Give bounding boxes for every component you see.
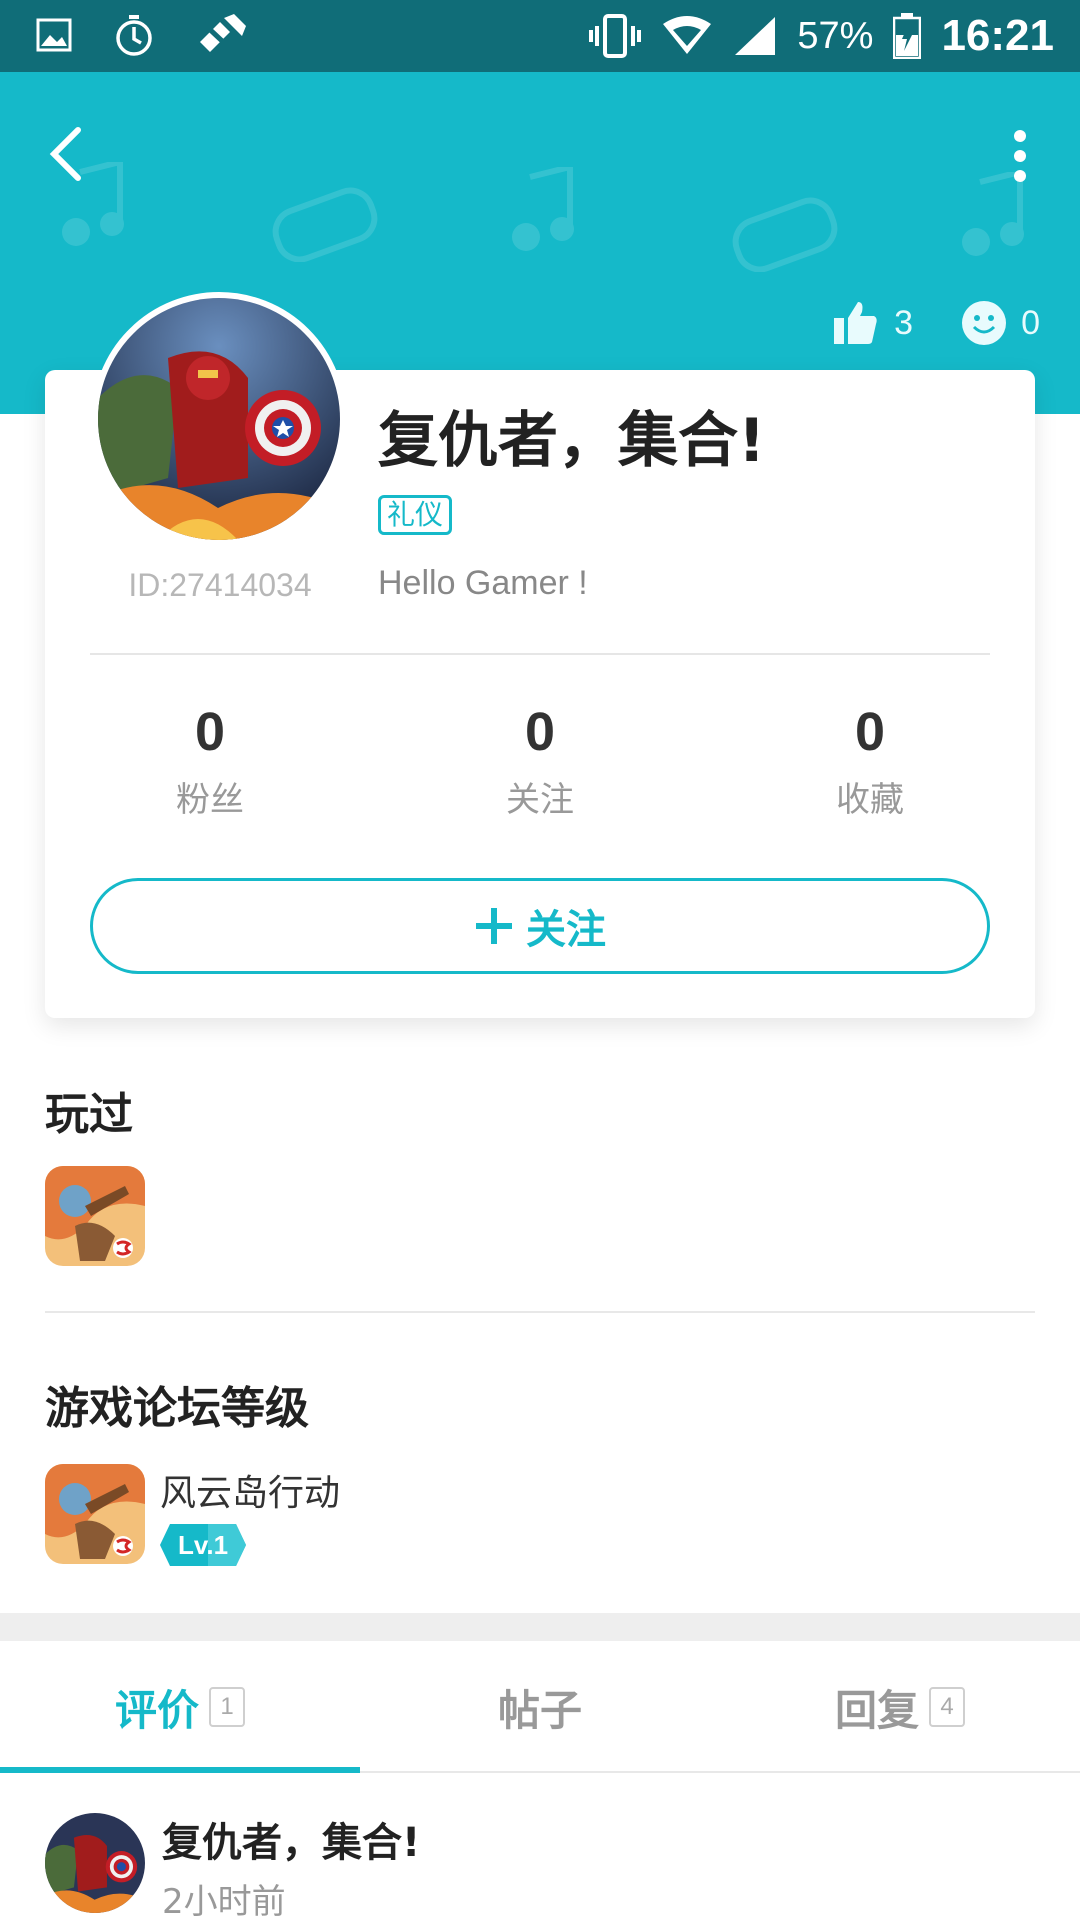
tab-reviews-label: 评价 <box>114 1685 199 1735</box>
image-icon <box>36 18 72 52</box>
forum-game-name[interactable]: 风云岛行动 <box>160 1464 340 1516</box>
stat-favorites[interactable]: 0 收藏 <box>770 700 970 821</box>
status-right: 57% 16:21 <box>589 0 1054 72</box>
gamepad-decoration <box>732 197 838 272</box>
played-section-title: 玩过 <box>45 1089 133 1140</box>
content-tabs: 评价 1 帖子 回复 4 <box>0 1641 1080 1773</box>
likes-count: 3 <box>894 303 914 342</box>
header-stats: 3 0 <box>832 300 1040 346</box>
clock: 16:21 <box>941 11 1054 60</box>
user-tag-badge[interactable]: 礼仪 <box>378 495 453 535</box>
gamepad-decoration <box>272 187 378 262</box>
avatar[interactable] <box>92 292 346 546</box>
back-arrow-icon[interactable] <box>44 124 92 184</box>
level-badge: Lv.1 <box>177 1530 229 1560</box>
played-game-icon[interactable] <box>45 1166 145 1266</box>
section-gap <box>0 1613 1080 1641</box>
smiley-icon[interactable] <box>961 300 1007 346</box>
stat-following[interactable]: 0 关注 <box>440 700 640 821</box>
music-note-decoration <box>512 167 574 251</box>
game-icon-image <box>45 1464 145 1564</box>
tab-posts[interactable]: 帖子 <box>360 1641 720 1773</box>
follow-button[interactable]: 关注 <box>90 878 990 974</box>
tab-replies-count: 4 <box>929 1687 965 1727</box>
tab-replies[interactable]: 回复 4 <box>720 1641 1080 1773</box>
tab-replies-label: 回复 <box>834 1685 919 1735</box>
stat-fans[interactable]: 0 粉丝 <box>110 700 310 821</box>
stat-favorites-label: 收藏 <box>836 780 904 820</box>
stat-fans-label: 粉丝 <box>176 780 244 820</box>
avatar-image <box>98 298 340 540</box>
follow-button-label: 关注 <box>526 907 606 953</box>
signal-icon <box>735 17 776 55</box>
tab-reviews[interactable]: 评价 1 <box>0 1641 360 1773</box>
more-options-icon[interactable] <box>1010 128 1030 184</box>
game-icon-image <box>45 1166 145 1266</box>
tab-posts-label: 帖子 <box>497 1685 582 1735</box>
music-note-decoration <box>962 172 1024 256</box>
avatar-image <box>45 1813 145 1913</box>
section-divider <box>45 1311 1035 1313</box>
review-author-avatar[interactable] <box>45 1813 145 1913</box>
thumbs-up-icon[interactable] <box>832 300 880 346</box>
review-timestamp: 2小时前 <box>162 1882 286 1920</box>
review-author-name[interactable]: 复仇者，集合! <box>162 1810 420 1868</box>
wifi-icon <box>663 16 712 54</box>
forum-game-icon[interactable] <box>45 1464 145 1564</box>
card-divider <box>90 653 990 655</box>
battery-percent: 57% <box>797 14 874 57</box>
status-bar: 57% 16:21 <box>0 0 1080 72</box>
vibrate-icon <box>589 14 642 58</box>
tools-icon <box>200 14 246 56</box>
stopwatch-icon <box>116 15 152 56</box>
user-id: ID:27414034 <box>128 567 312 603</box>
active-tab-indicator <box>0 1767 360 1773</box>
user-signature: Hello Gamer ! <box>378 564 588 602</box>
stat-fans-value: 0 <box>194 702 226 762</box>
user-name: 复仇者，集合! <box>378 406 766 476</box>
stat-favorites-value: 0 <box>854 702 886 762</box>
status-left-icons <box>36 12 248 58</box>
forum-level-section-title: 游戏论坛等级 <box>45 1383 309 1434</box>
stat-following-value: 0 <box>524 702 556 762</box>
stat-following-label: 关注 <box>506 780 574 820</box>
visitors-count: 0 <box>1021 303 1040 342</box>
tab-reviews-count: 1 <box>209 1687 245 1727</box>
plus-icon <box>476 908 512 944</box>
battery-icon <box>893 13 922 59</box>
